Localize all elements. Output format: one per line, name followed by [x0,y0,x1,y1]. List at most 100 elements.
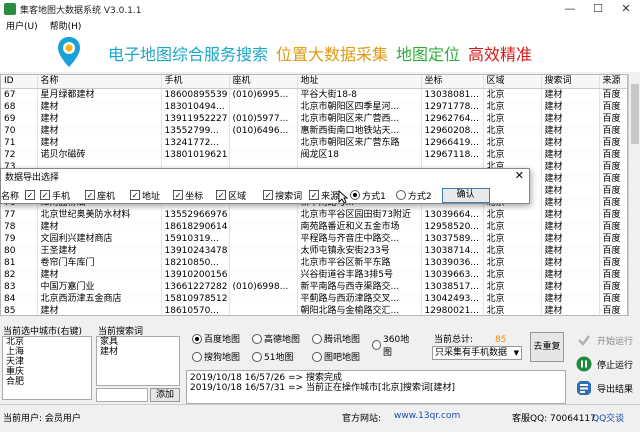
export-dialog: 数据导出选择 ✕ 名称 ✓ ✓ 手机 ✓ 座机 ✓ 地址 ✓ 坐标 ✓ 区域 ✓ 搜索词 ✓ 来… [0,168,530,204]
table-cell: 18618290614 [161,220,230,233]
dialog-close-icon[interactable]: ✕ [515,169,524,182]
bottom-panel: 当前选中城市(右键) 北京 上海 天津 重庆 合肥 当前搜索词 家具 建材 添加… [0,322,640,404]
radio-selected[interactable] [350,190,361,200]
radio[interactable] [312,351,322,362]
confirm-button[interactable]: 确认 [441,187,490,203]
column-header[interactable]: 名称 [37,75,162,89]
table-row[interactable]: 68 建材 183010494... 北京市朝阳区四季星河... 12971778...… [1,100,627,113]
table-cell: 百度 [599,88,627,101]
table-row[interactable]: 70 建材 13552799... (010)6496... 惠新西街南口地铁站天...… [1,124,627,137]
column-header[interactable]: 搜索词 [541,75,600,89]
maximize-button[interactable]: ☐ [584,0,612,18]
column-header[interactable]: ID [1,75,38,89]
map-option-tencent[interactable]: 腾讯地图 [312,332,360,345]
checkbox[interactable]: ✓ [130,190,141,200]
checkbox[interactable]: ✓ [85,190,96,200]
menu-user[interactable]: 用户(U) [0,19,44,32]
table-row[interactable]: 80 王圣建材 13910243478 太师屯镇永安街233号 13038714... 北… [1,244,627,257]
checkbox[interactable]: ✓ [40,190,51,200]
export-option-address[interactable]: ✓ 地址 [130,189,160,202]
table-row[interactable]: 72 诺贝尔磁砖 13801019621 阀龙区18 12967118... 北京 建材 百度 [1,148,627,161]
radio[interactable] [192,351,202,362]
total-value: 85 [495,335,507,345]
map-option-sogou[interactable]: 搜狗地图 [192,350,240,363]
table-row[interactable]: 71 建材 13241772... 北京市朝阳区来广营东路 12966419... 北京建… [1,136,627,149]
export-option-landline[interactable]: ✓ 座机 [85,189,115,202]
column-header[interactable]: 座机 [229,75,298,89]
filter-select[interactable]: 只采集有手机数据 ▼ [432,346,522,360]
table-row[interactable]: 79 文园利兴建材商店 15910319... 平程路与齐音庄中路交... 130375… [1,232,627,245]
keyword-item[interactable]: 建材 [100,347,179,357]
website-link[interactable]: www.13qr.com [394,411,460,421]
menu-help[interactable]: 帮助(H) [44,19,88,32]
table-row[interactable]: 67 星月绿都建材 18600895539 (010)6995... 平谷大街18-8 1… [1,88,627,101]
table-cell: 建材 [37,304,162,315]
column-header[interactable]: 来源 [599,75,627,89]
table-cell: 百度 [599,292,627,305]
radio[interactable] [252,351,262,362]
map-option-360[interactable]: 360地图 [372,332,414,358]
add-keyword-button[interactable]: 添加 [150,388,180,402]
keyword-input[interactable] [96,388,148,402]
export-option-source[interactable]: ✓ 来源 [309,189,339,202]
table-row[interactable]: 85 建材 18610570... 朝阳北路与金榆路交汇... 12980021... 北… [1,304,627,315]
table-cell: 建材 [541,184,600,197]
column-header[interactable]: 手机 [161,75,230,89]
column-header[interactable]: 地址 [297,75,422,89]
checkbox[interactable]: ✓ [25,190,36,200]
export-option-region[interactable]: ✓ 区域 [216,189,246,202]
start-label: 开始运行 [597,336,634,347]
table-row[interactable]: 69 建材 13911952227 (010)5977... 北京市朝阳区来广营西...… [1,112,627,125]
city-list[interactable]: 北京 上海 天津 重庆 合肥 [2,336,92,400]
export-option-keyword[interactable]: ✓ 搜索词 [263,189,302,202]
table-row[interactable]: 84 北京西沥津五金商店 15810978512 平蓟路与西沥津路交叉... 13042… [1,292,627,305]
stop-button[interactable]: 停止运行 [576,356,633,372]
column-header[interactable]: 区域 [483,75,542,89]
radio[interactable] [395,190,406,200]
table-row[interactable]: 82 建材 13910200156 兴谷街道谷丰路3排5号 13039663... 北京建… [1,268,627,281]
qq-chat-button[interactable]: QQ交谈 [592,411,624,424]
map-option-51[interactable]: 51地图 [252,350,293,363]
close-button[interactable]: ✕ [612,0,640,18]
radio-selected[interactable] [192,333,202,344]
checkbox[interactable]: ✓ [216,190,227,200]
table-cell: 建材 [541,304,600,315]
export-option-coordinates[interactable]: ✓ 坐标 [173,189,203,202]
scrollbar-thumb[interactable] [631,84,639,144]
table-row[interactable]: 77 北京世纪奥美防水材料 13552966976 北京市平谷区园田街73附近 1303… [1,208,627,221]
city-item[interactable]: 天津 [6,357,91,367]
export-button[interactable]: 导出结果 [576,380,633,396]
radio[interactable] [372,340,382,350]
city-item[interactable]: 合肥 [6,377,91,387]
column-header[interactable]: 坐标 [421,75,484,89]
table-cell [229,304,298,315]
table-cell: 13039036... [421,256,484,269]
table-cell: 建材 [541,100,600,113]
table-row[interactable]: 83 中国万嘉门业 13661227282 (010)6998... 新平南路与西寺渠路… [1,280,627,293]
map-option-baidu[interactable]: 百度地图 [192,332,240,345]
export-option-phone[interactable]: ✓ 手机 [40,189,70,202]
export-mode-1[interactable]: 方式1 [350,189,386,202]
export-mode-2[interactable]: 方式2 [395,189,432,202]
dedup-button[interactable]: 去重复 [530,332,564,362]
map-option-tuba[interactable]: 图吧地图 [312,350,360,363]
radio[interactable] [252,333,262,344]
minimize-button[interactable]: — [556,0,584,18]
table-cell: 建材 [541,232,600,245]
keyword-item[interactable]: 家具 [100,337,179,347]
city-item[interactable]: 重庆 [6,367,91,377]
export-option-name[interactable]: 名称 ✓ [1,189,37,202]
map-option-gaode[interactable]: 高德地图 [252,332,300,345]
radio[interactable] [312,333,322,344]
table-row[interactable]: 78 建材 18618290614 南苑路番近和义五金市场 12958520... 北京建… [1,220,627,233]
checkbox[interactable]: ✓ [263,190,274,200]
table-cell: 百度 [599,184,627,197]
city-item[interactable]: 北京 [6,337,91,347]
keyword-list[interactable]: 家具 建材 [96,336,180,386]
start-button[interactable]: 开始运行 [576,332,633,348]
checkbox[interactable]: ✓ [173,190,184,200]
checkbox[interactable]: ✓ [309,190,320,200]
vertical-scrollbar[interactable] [628,74,640,316]
table-row[interactable]: 81 卷帘门车库门 18210850... 北京市平谷区新平东路 13039036...… [1,256,627,269]
city-item[interactable]: 上海 [6,347,91,357]
